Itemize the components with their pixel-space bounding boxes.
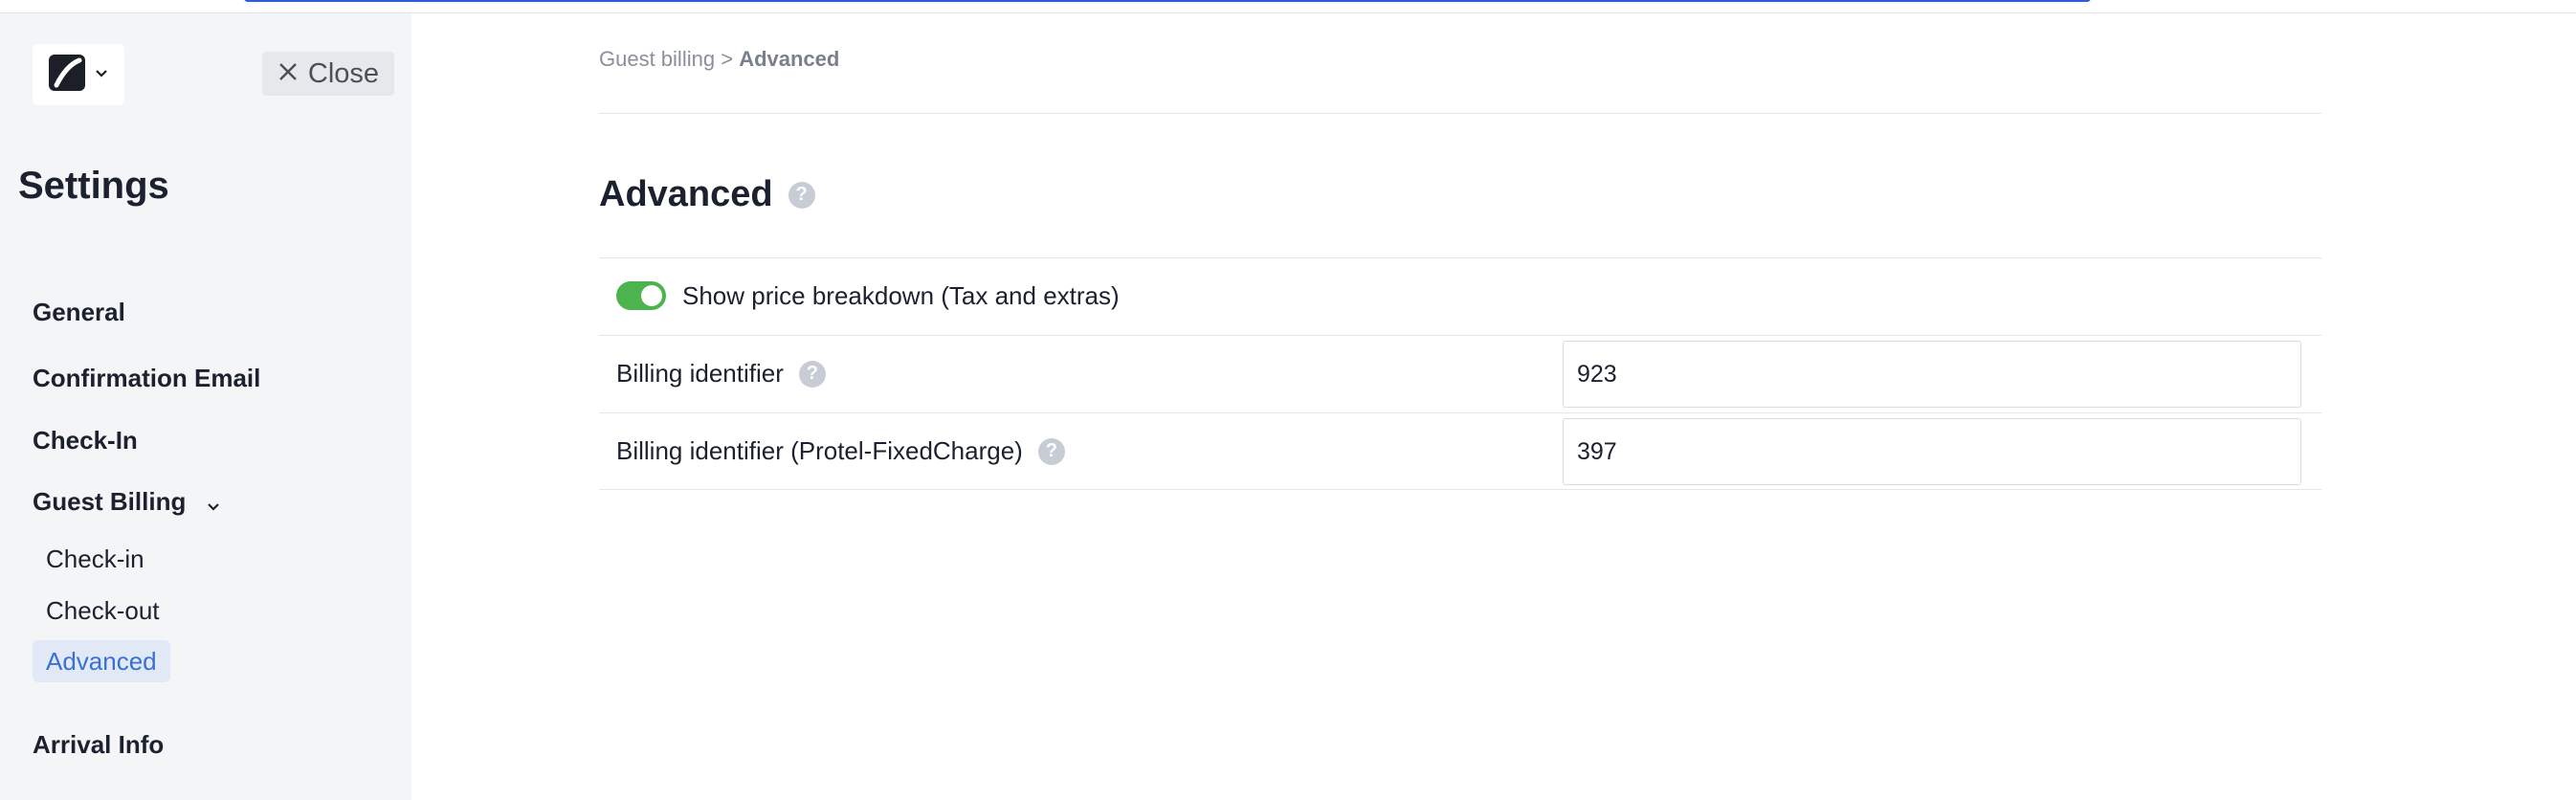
top-frame [0,0,2576,13]
app-switcher-button[interactable] [33,44,124,105]
billing-identifier-row: Billing identifier ? [599,335,2321,412]
nav-guest-billing-label: Guest Billing [33,487,187,516]
price-breakdown-toggle[interactable] [616,281,666,310]
help-icon[interactable]: ? [1037,437,1065,465]
close-label: Close [307,57,380,89]
nav-arrival-info[interactable]: Arrival Info [33,730,164,760]
settings-content: Guest billing > Advanced Advanced ? Show… [411,13,2576,800]
billing-identifier-input[interactable] [1563,341,2301,408]
nav-general[interactable]: General [33,298,125,327]
subnav-check-out[interactable]: Check-out [46,596,160,626]
close-button[interactable]: Close [262,52,394,96]
billing-identifier-protel-label: Billing identifier (Protel-FixedCharge) [616,436,1023,465]
price-breakdown-row: Show price breakdown (Tax and extras) [599,257,2321,335]
subnav-advanced-active[interactable]: Advanced [33,640,170,682]
help-icon[interactable]: ? [798,360,826,388]
chevron-down-icon [207,489,220,519]
brand-logo-icon [49,54,85,96]
nav-confirmation-email[interactable]: Confirmation Email [33,364,260,393]
chevron-down-icon [95,66,108,83]
breadcrumb-separator: > [721,47,734,71]
page-title: Advanced ? [599,174,815,215]
nav-guest-billing[interactable]: Guest Billing [33,487,220,519]
page-title-text: Advanced [599,174,773,214]
nav-check-in[interactable]: Check-In [33,426,138,456]
billing-identifier-protel-row: Billing identifier (Protel-FixedCharge) … [599,412,2321,490]
billing-identifier-label-group: Billing identifier ? [616,359,826,389]
billing-identifier-protel-label-group: Billing identifier (Protel-FixedCharge) … [616,436,1065,466]
breadcrumb: Guest billing > Advanced [599,47,839,72]
settings-sidebar: Close Settings General Confirmation Emai… [0,13,411,800]
toggle-knob [641,285,662,306]
billing-identifier-label: Billing identifier [616,359,784,388]
price-breakdown-label: Show price breakdown (Tax and extras) [682,281,1120,310]
billing-identifier-protel-input[interactable] [1563,418,2301,485]
subnav-check-in[interactable]: Check-in [46,544,144,574]
settings-title: Settings [18,165,169,207]
breadcrumb-parent[interactable]: Guest billing [599,47,715,71]
top-progress-bar [244,0,2091,2]
close-icon [278,58,299,90]
header-divider [599,113,2321,114]
breadcrumb-current: Advanced [739,47,840,71]
help-icon[interactable]: ? [788,181,815,209]
